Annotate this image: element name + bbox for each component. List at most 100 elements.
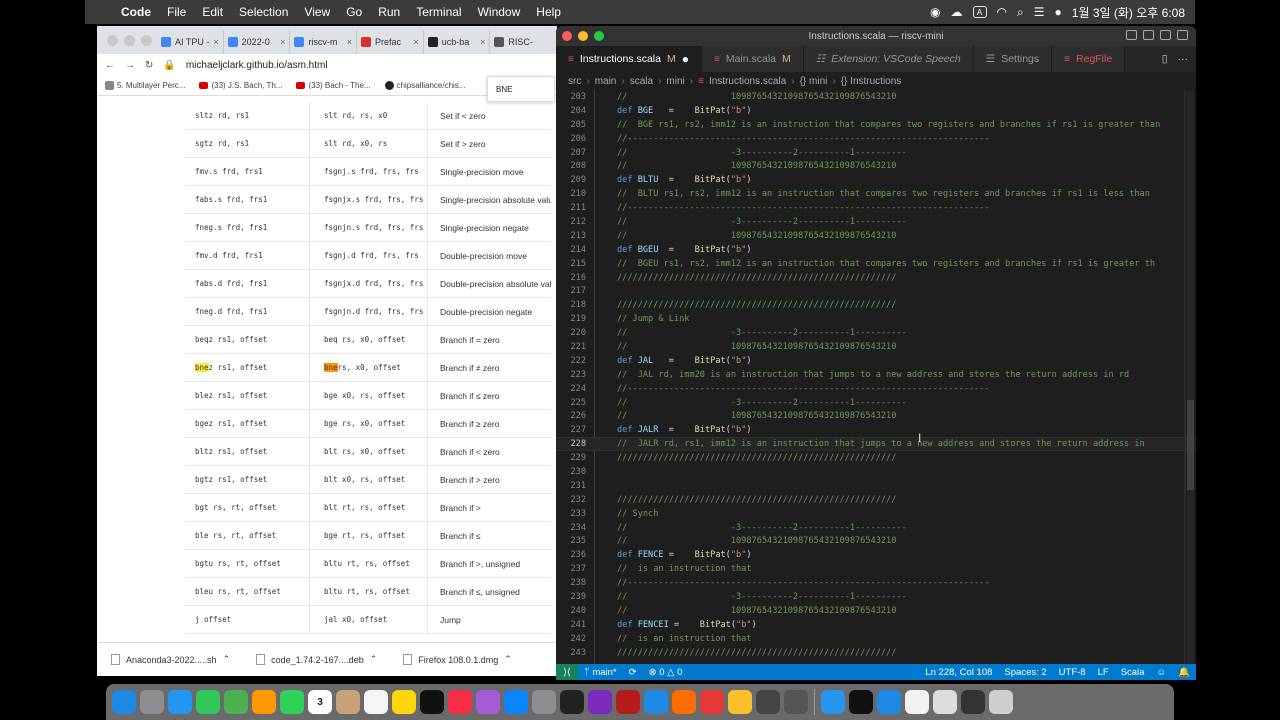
tv-icon[interactable] [420,690,444,714]
chevron-up-icon[interactable]: ⌃ [223,654,231,665]
download-item[interactable]: Firefox 108.0.1.dmg ⌃ [403,654,512,665]
close-window-button[interactable] [107,35,118,46]
bookmark-item[interactable]: chipsalliance/chis... [384,81,466,90]
github-icon[interactable] [756,690,780,714]
toggle-secondary-sidebar-icon[interactable] [1160,30,1171,40]
intellij-icon[interactable] [588,690,612,714]
code-line[interactable]: 223 // JAL rd, imm20 is an instruction th… [556,368,1196,382]
chrome-icon[interactable] [700,690,724,714]
code-line[interactable]: 242 // is an instruction that [556,632,1196,646]
code-line[interactable]: 215 // BGEU rs1, rs2, imm12 is an instruc… [556,257,1196,271]
back-icon[interactable]: ← [105,60,115,71]
code-line[interactable]: 227 def JALR = BitPat("b") [556,423,1196,437]
messages-icon[interactable] [196,690,220,714]
breadcrumb-item[interactable]: {} mini [800,76,828,87]
control-center-icon[interactable]: ☰ [1034,5,1045,19]
customize-layout-icon[interactable] [1177,30,1188,40]
finder-icon[interactable] [112,690,136,714]
close-tab-icon[interactable]: × [413,37,418,47]
code-line[interactable]: 211 //-----------------------------------… [556,201,1196,215]
code-line[interactable]: 228 // JALR rd, rs1, imm12 is an instruct… [556,437,1196,452]
menu-go[interactable]: Go [338,5,370,19]
toggle-sidebar-icon[interactable] [1126,30,1137,40]
minimize-window-button[interactable] [578,31,588,41]
photos-icon[interactable] [252,690,276,714]
trash-icon[interactable] [989,690,1013,714]
filezilla-icon[interactable] [616,690,640,714]
feedback-icon[interactable]: ☺ [1150,667,1172,678]
problems-status[interactable]: ⊗ 0 △ 0 [643,667,689,678]
sync-icon[interactable]: ⟳ [623,667,643,678]
podcasts-icon[interactable] [476,690,500,714]
safari-icon[interactable] [168,690,192,714]
audio-icon[interactable]: ☁ [951,5,963,19]
code-line[interactable]: 220 // -3----------2----------1---------- [556,326,1196,340]
code-line[interactable]: 217 [556,284,1196,298]
unsaved-dot-icon[interactable]: ● [682,52,689,66]
launchpad-icon[interactable] [140,690,164,714]
close-tab-icon[interactable]: × [280,37,285,47]
chevron-up-icon[interactable]: ⌃ [370,654,378,665]
code-line[interactable]: 204 def BGE = BitPat("b") [556,104,1196,118]
star-icon[interactable] [728,690,752,714]
window-icon[interactable] [961,690,985,714]
code-line[interactable]: 218 /////////////////////////////////////… [556,298,1196,312]
code-line[interactable]: 225 // -3----------2----------1---------- [556,396,1196,410]
tab-main-scala[interactable]: ≡ Main.scala M [701,46,804,72]
code-line[interactable]: 233 // Synch [556,507,1196,521]
maps-icon[interactable] [224,690,248,714]
code-line[interactable]: 212 // -3----------2----------1---------- [556,215,1196,229]
code-line[interactable]: 232 /////////////////////////////////////… [556,493,1196,507]
facetime-icon[interactable] [280,690,304,714]
menu-terminal[interactable]: Terminal [408,5,469,19]
browser-tab[interactable]: AI TPU - × [157,30,224,54]
code-line[interactable]: 210 // BLTU rs1, rs2, imm12 is an instruc… [556,187,1196,201]
indentation[interactable]: Spaces: 2 [998,667,1052,678]
close-window-button[interactable] [562,31,572,41]
close-tab-icon[interactable]: × [480,37,485,47]
code-line[interactable]: 221 // 10987654321098765432109876543210 [556,340,1196,354]
zoom-window-button[interactable] [594,31,604,41]
cursor-position[interactable]: Ln 228, Col 108 [919,667,998,678]
bookmark-item[interactable]: (33) J.S. Bach, Th... [199,81,282,90]
vscode-icon[interactable] [644,690,668,714]
code-line[interactable]: 203 // 10987654321098765432109876543210 [556,90,1196,104]
forward-icon[interactable]: → [125,60,135,71]
encoding[interactable]: UTF-8 [1053,667,1092,678]
more-actions-icon[interactable]: ··· [1178,53,1189,65]
siri-icon[interactable]: ● [1055,5,1062,19]
menu-window[interactable]: Window [470,5,529,19]
browser-tab[interactable]: Prefac × [357,30,424,54]
code-line[interactable]: 241 def FENCEI = BitPat("b") [556,618,1196,632]
browser-tab[interactable]: 2022-0 × [224,30,291,54]
remote-icon[interactable]: ⟩⟨ [556,664,578,680]
code-line[interactable]: 224 //-----------------------------------… [556,382,1196,396]
close-tab-icon[interactable]: × [347,37,352,47]
menu-app-name[interactable]: Code [113,5,159,19]
screen-record-icon[interactable]: ◉ [930,5,940,19]
breadcrumb-item[interactable]: main [595,76,617,87]
code-line[interactable]: 216 /////////////////////////////////////… [556,271,1196,285]
toggle-panel-icon[interactable] [1143,30,1154,40]
code-line[interactable]: 219 // Jump & Link [556,312,1196,326]
code-line[interactable]: 238 //-----------------------------------… [556,576,1196,590]
browser-tab[interactable]: riscv-m × [290,30,358,54]
menu-help[interactable]: Help [528,5,569,19]
menu-file[interactable]: File [159,5,194,19]
code-line[interactable]: 222 def JAL = BitPat("b") [556,354,1196,368]
spotlight-icon[interactable]: ⌕ [1017,5,1024,20]
calendar-icon[interactable]: 3 [308,690,332,714]
download-item[interactable]: Anaconda3-2022.....sh ⌃ [111,654,230,665]
screenshot-icon[interactable] [933,690,957,714]
code-line[interactable]: 229 /////////////////////////////////////… [556,451,1196,465]
code-line[interactable]: 243 /////////////////////////////////////… [556,646,1196,660]
appstore-icon[interactable] [504,690,528,714]
bookmark-item[interactable]: (33) Bach - The... [296,81,371,90]
scrollbar-thumb[interactable] [1187,400,1194,490]
code-line[interactable]: 208 // 10987654321098765432109876543210 [556,159,1196,173]
tab-regfile[interactable]: ≡ RegFile [1052,46,1126,72]
contacts-icon[interactable] [336,690,360,714]
menu-view[interactable]: View [296,5,338,19]
find-popup[interactable]: BNE [487,76,555,102]
chevron-up-icon[interactable]: ⌃ [504,654,512,665]
